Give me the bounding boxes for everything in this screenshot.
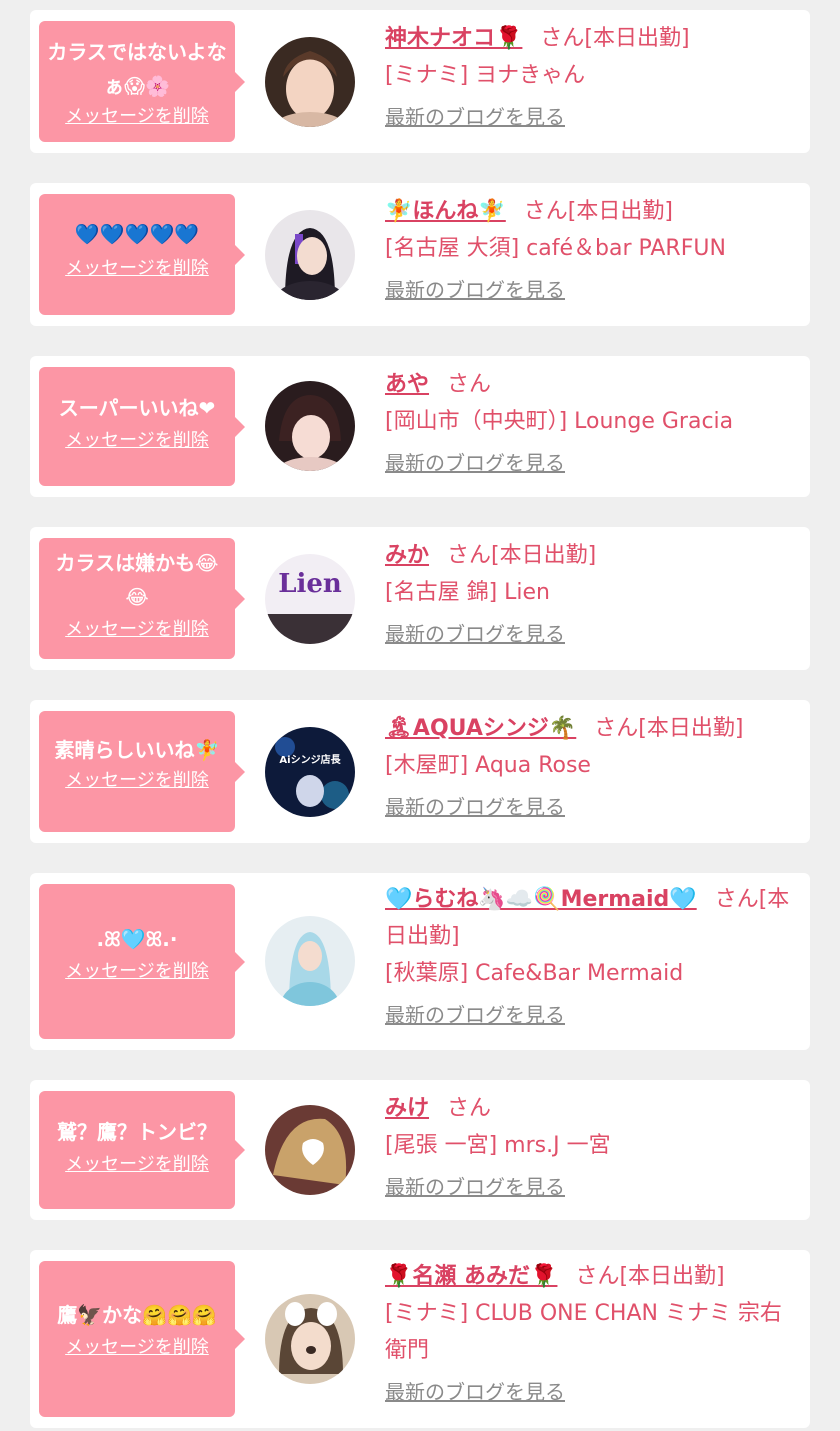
list-item: カラスは嫌かも😂😂 メッセージを削除 Lien みか さん[本日出勤] [名古屋 … xyxy=(30,527,810,670)
avatar[interactable] xyxy=(265,381,355,471)
cast-name-link[interactable]: あや xyxy=(385,372,429,397)
message-text: 💙💙💙💙💙 xyxy=(74,222,200,246)
message-bubble: スーパーいいね❤ メッセージを削除 xyxy=(39,367,245,486)
view-blog-link[interactable]: 最新のブログを見る xyxy=(385,277,800,303)
view-blog-link[interactable]: 最新のブログを見る xyxy=(385,1174,800,1200)
message-text: .ꕤ🩵ꕤ.· xyxy=(96,927,178,951)
profile-info: あや さん [岡山市（中央町）] Lounge Gracia 最新のブログを見る xyxy=(385,366,800,476)
list-item: スーパーいいね❤ メッセージを削除 あや さん [岡山市（中央町）] Lounge… xyxy=(30,356,810,497)
list-item: .ꕤ🩵ꕤ.· メッセージを削除 🩵らむね🦄☁️🍭Mermaid🩵 さん[本日出勤]… xyxy=(30,873,810,1050)
list-item: カラスではないよなぁ😱🌸 メッセージを削除 神木ナオコ🌹 さん[本日出勤] [ミナ… xyxy=(30,10,810,153)
cast-name-link[interactable]: みか xyxy=(385,543,429,568)
avatar[interactable]: Aiシンジ店長 xyxy=(265,727,355,817)
avatar-logo-text: Aiシンジ店長 xyxy=(279,753,341,766)
profile-info: 🏝AQUAシンジ🌴 さん[本日出勤] [木屋町] Aqua Rose 最新のブログ… xyxy=(385,710,800,820)
shop-name: [名古屋 錦] Lien xyxy=(385,580,551,605)
shop-name: [尾張 一宮] mrs.J 一宮 xyxy=(385,1133,611,1158)
view-blog-link[interactable]: 最新のブログを見る xyxy=(385,450,800,476)
delete-message-button[interactable]: メッセージを削除 xyxy=(65,429,209,453)
profile-info: みか さん[本日出勤] [名古屋 錦] Lien 最新のブログを見る xyxy=(385,537,800,647)
profile-info: みけ さん [尾張 一宮] mrs.J 一宮 最新のブログを見る xyxy=(385,1090,800,1200)
message-text: スーパーいいね❤ xyxy=(58,396,216,420)
message-bubble: 💙💙💙💙💙 メッセージを削除 xyxy=(39,194,245,315)
avatar[interactable] xyxy=(265,1105,355,1195)
message-bubble: 鷹🦅かな🤗🤗🤗 メッセージを削除 xyxy=(39,1261,245,1417)
cast-name-link[interactable]: 🌹名瀬 あみだ🌹 xyxy=(385,1264,557,1289)
delete-message-button[interactable]: メッセージを削除 xyxy=(65,960,209,984)
delete-message-button[interactable]: メッセージを削除 xyxy=(65,257,209,281)
shop-name: [ミナミ] CLUB ONE CHAN ミナミ 宗右衛門 xyxy=(385,1301,782,1363)
cast-status: さん[本日出勤] xyxy=(594,716,744,741)
view-blog-link[interactable]: 最新のブログを見る xyxy=(385,1379,800,1405)
delete-message-button[interactable]: メッセージを削除 xyxy=(65,1153,209,1177)
profile-info: 神木ナオコ🌹 さん[本日出勤] [ミナミ] ヨナきゃん 最新のブログを見る xyxy=(385,20,800,130)
cast-status: さん xyxy=(447,1096,492,1121)
list-item: 素晴らしいいね🧚 メッセージを削除 Aiシンジ店長 🏝AQUAシンジ🌴 さん[本日… xyxy=(30,700,810,843)
message-bubble: カラスは嫌かも😂😂 メッセージを削除 xyxy=(39,538,245,659)
shop-name: [秋葉原] Cafe&Bar Mermaid xyxy=(385,961,684,986)
message-bubble: 鷲？鷹？トンビ？ メッセージを削除 xyxy=(39,1091,245,1209)
delete-message-button[interactable]: メッセージを削除 xyxy=(65,618,209,642)
message-bubble: 素晴らしいいね🧚 メッセージを削除 xyxy=(39,711,245,832)
profile-info: 🧚ほんね🧚 さん[本日出勤] [名古屋 大須] café＆bar PARFUN 最… xyxy=(385,193,800,303)
message-text: 素晴らしいいね🧚 xyxy=(54,738,220,762)
shop-name: [名古屋 大須] café＆bar PARFUN xyxy=(385,236,726,261)
list-item: 鷹🦅かな🤗🤗🤗 メッセージを削除 🌹名瀬 あみだ🌹 さん[本日出勤] [ミナミ] … xyxy=(30,1250,810,1428)
delete-message-button[interactable]: メッセージを削除 xyxy=(65,105,209,129)
shop-name: [岡山市（中央町）] Lounge Gracia xyxy=(385,409,734,434)
delete-message-button[interactable]: メッセージを削除 xyxy=(65,769,209,793)
cast-status: さん[本日出勤] xyxy=(540,26,690,51)
avatar[interactable] xyxy=(265,916,355,1006)
cast-status: さん[本日出勤] xyxy=(447,543,597,568)
message-text: カラスではないよなぁ😱🌸 xyxy=(47,40,227,98)
message-text: カラスは嫌かも😂😂 xyxy=(55,551,219,609)
shop-name: [木屋町] Aqua Rose xyxy=(385,753,591,778)
view-blog-link[interactable]: 最新のブログを見る xyxy=(385,104,800,130)
cast-name-link[interactable]: 🏝AQUAシンジ🌴 xyxy=(385,716,576,741)
message-text: 鷲？鷹？トンビ？ xyxy=(57,1120,217,1144)
message-bubble: .ꕤ🩵ꕤ.· メッセージを削除 xyxy=(39,884,245,1039)
view-blog-link[interactable]: 最新のブログを見る xyxy=(385,621,800,647)
shop-name: [ミナミ] ヨナきゃん xyxy=(385,63,586,88)
cast-status: さん[本日出勤] xyxy=(523,199,673,224)
message-bubble: カラスではないよなぁ😱🌸 メッセージを削除 xyxy=(39,21,245,142)
cast-status: さん[本日出勤] xyxy=(575,1264,725,1289)
cast-status: さん xyxy=(447,372,492,397)
avatar-logo-text: Lien xyxy=(278,569,342,599)
profile-info: 🌹名瀬 あみだ🌹 さん[本日出勤] [ミナミ] CLUB ONE CHAN ミナミ… xyxy=(385,1258,800,1405)
list-item: 鷲？鷹？トンビ？ メッセージを削除 みけ さん [尾張 一宮] mrs.J 一宮 … xyxy=(30,1080,810,1220)
cast-name-link[interactable]: 🩵らむね🦄☁️🍭Mermaid🩵 xyxy=(385,887,697,912)
view-blog-link[interactable]: 最新のブログを見る xyxy=(385,1002,800,1028)
profile-info: 🩵らむね🦄☁️🍭Mermaid🩵 さん[本日出勤] [秋葉原] Cafe&Bar … xyxy=(385,881,800,1028)
cast-name-link[interactable]: 🧚ほんね🧚 xyxy=(385,199,506,224)
view-blog-link[interactable]: 最新のブログを見る xyxy=(385,794,800,820)
avatar[interactable]: Lien xyxy=(265,554,355,644)
delete-message-button[interactable]: メッセージを削除 xyxy=(65,1336,209,1360)
avatar[interactable] xyxy=(265,210,355,300)
cast-name-link[interactable]: 神木ナオコ🌹 xyxy=(385,26,522,51)
list-item: 💙💙💙💙💙 メッセージを削除 🧚ほんね🧚 さん[本日出勤] [名古屋 大須] ca… xyxy=(30,183,810,326)
message-text: 鷹🦅かな🤗🤗🤗 xyxy=(57,1303,217,1327)
cast-name-link[interactable]: みけ xyxy=(385,1096,429,1121)
avatar[interactable] xyxy=(265,37,355,127)
avatar[interactable] xyxy=(265,1294,355,1384)
